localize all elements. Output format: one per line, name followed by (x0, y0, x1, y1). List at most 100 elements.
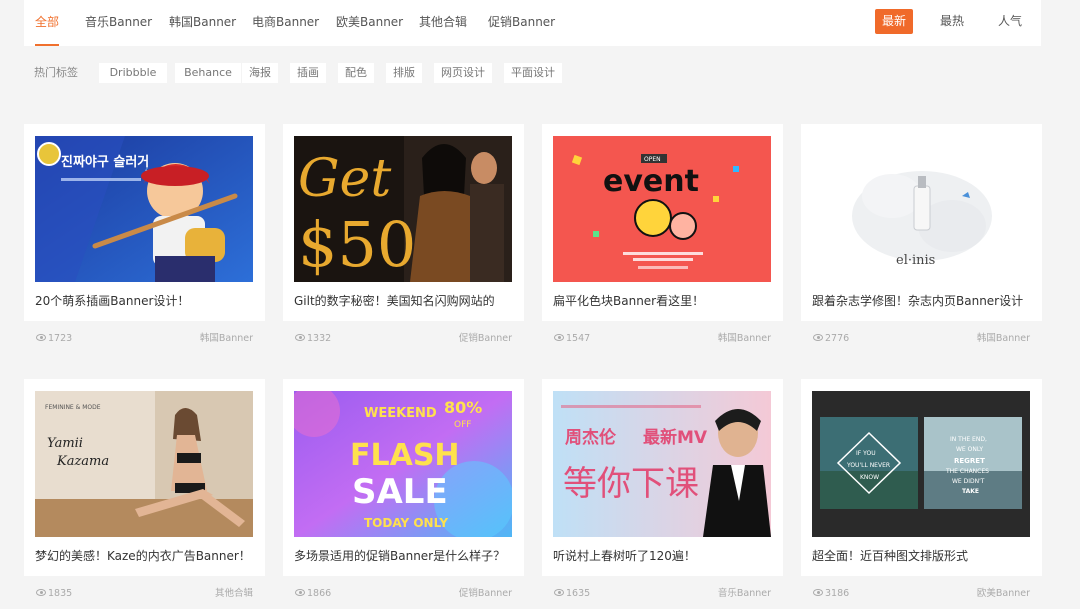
tab-ecommerce-banner[interactable]: 电商Banner (252, 0, 319, 46)
banner-card[interactable]: el·inis 跟着杂志学修图！杂志内页Banner设计 (801, 124, 1042, 321)
tab-music-banner[interactable]: 音乐Banner (85, 0, 152, 46)
view-count: 1635 (554, 587, 590, 601)
card-title[interactable]: 超全面！近百种图文排版形式 (812, 547, 1034, 564)
banner-card[interactable]: Get $50 Gilt的数字秘密！美国知名闪购网站的 (283, 124, 524, 321)
card-meta: 1723 韩国Banner (24, 332, 265, 346)
tag-web-design[interactable]: 网页设计 (434, 63, 492, 83)
eye-icon (554, 589, 564, 596)
svg-text:진짜야구 슬러거: 진짜야구 슬러거 (61, 154, 149, 170)
banner-card[interactable]: WEEKEND 80% OFF FLASH SALE TODAY ONLY 多场… (283, 379, 524, 576)
card-meta: 1866 促销Banner (283, 587, 524, 601)
card-category[interactable]: 韩国Banner (718, 332, 771, 346)
sort-hottest-button[interactable]: 最热 (933, 9, 971, 34)
svg-text:Yamii: Yamii (47, 436, 83, 451)
typography-layout-graphic: IF YOU YOU'LL NEVER KNOW IN THE END, WE … (812, 391, 1030, 537)
card-category[interactable]: 韩国Banner (200, 332, 253, 346)
card-meta: 1835 其他合辑 (24, 587, 265, 601)
banner-thumbnail[interactable]: el·inis (812, 136, 1030, 282)
svg-text:等你下课: 等你下课 (563, 464, 699, 504)
sort-popular-button[interactable]: 人气 (991, 9, 1029, 34)
card-meta: 3186 欧美Banner (801, 587, 1042, 601)
banner-card[interactable]: 周杰伦 最新MV 等你下课 听说村上春树听了120遍！ (542, 379, 783, 576)
svg-text:WE ONLY: WE ONLY (956, 446, 983, 453)
svg-text:$50: $50 (298, 208, 416, 281)
card-title[interactable]: 听说村上春树听了120遍！ (553, 547, 775, 564)
banner-thumbnail[interactable]: Get $50 (294, 136, 512, 282)
cosmetic-splash-photo: el·inis (812, 136, 1030, 282)
svg-text:YOU'LL NEVER: YOU'LL NEVER (846, 462, 890, 469)
card-title[interactable]: Gilt的数字秘密！美国知名闪购网站的 (294, 292, 516, 309)
card-category[interactable]: 其他合辑 (215, 587, 253, 601)
eye-icon (554, 334, 564, 341)
card-category[interactable]: 欧美Banner (977, 587, 1030, 601)
card-title[interactable]: 多场景适用的促销Banner是什么样子？ (294, 547, 516, 564)
eye-icon (813, 589, 823, 596)
tag-behance[interactable]: Behance (175, 63, 241, 83)
svg-text:KNOW: KNOW (860, 474, 879, 481)
get-50-fashion-photo: Get $50 (294, 136, 512, 282)
eye-icon (813, 334, 823, 341)
svg-text:TAKE: TAKE (962, 488, 979, 495)
tag-typesetting[interactable]: 排版 (386, 63, 422, 83)
svg-text:80%: 80% (444, 398, 482, 417)
eye-icon (36, 589, 46, 596)
tab-korea-banner[interactable]: 韩国Banner (169, 0, 236, 46)
lingerie-fashion-photo: FEMININE & MODE Yamii Kazama (35, 391, 253, 537)
banner-card[interactable]: OPEN event 扁平化色块Banner看这里！ (542, 124, 783, 321)
view-count: 3186 (813, 587, 849, 601)
view-count: 1547 (554, 332, 590, 346)
card-category[interactable]: 促销Banner (459, 587, 512, 601)
flash-sale-graphic: WEEKEND 80% OFF FLASH SALE TODAY ONLY (294, 391, 512, 537)
banner-thumbnail[interactable]: 진짜야구 슬러거 for kakao (35, 136, 253, 282)
view-count: 1723 (36, 332, 72, 346)
banner-card[interactable]: 진짜야구 슬러거 for kakao 20个萌系插画Banner设计！ (24, 124, 265, 321)
card-category[interactable]: 音乐Banner (718, 587, 771, 601)
svg-text:Kazama: Kazama (56, 454, 109, 469)
svg-text:SALE: SALE (352, 472, 448, 512)
tag-color[interactable]: 配色 (338, 63, 374, 83)
view-count: 1866 (295, 587, 331, 601)
svg-text:TODAY ONLY: TODAY ONLY (364, 516, 448, 530)
sort-newest-button[interactable]: 最新 (875, 9, 913, 34)
svg-text:周杰伦: 周杰伦 (565, 427, 617, 448)
card-title[interactable]: 20个萌系插画Banner设计！ (35, 292, 257, 309)
card-title[interactable]: 梦幻的美感！Kaze的内衣广告Banner！ (35, 547, 257, 564)
banner-thumbnail[interactable]: OPEN event (553, 136, 771, 282)
category-nav: 全部 音乐Banner 韩国Banner 电商Banner 欧美Banner 其… (24, 0, 1041, 46)
tab-promo-banner[interactable]: 促销Banner (488, 0, 555, 46)
card-title[interactable]: 扁平化色块Banner看这里！ (553, 292, 775, 309)
hot-tags-label: 热门标签 (34, 66, 78, 79)
svg-text:最新MV: 最新MV (643, 427, 708, 448)
svg-text:IF YOU: IF YOU (856, 450, 876, 457)
svg-text:WEEKEND: WEEKEND (364, 406, 437, 421)
tag-dribbble[interactable]: Dribbble (99, 63, 167, 83)
card-meta: 1547 韩国Banner (542, 332, 783, 346)
card-title[interactable]: 跟着杂志学修图！杂志内页Banner设计 (812, 292, 1034, 309)
view-count: 1332 (295, 332, 331, 346)
banner-thumbnail[interactable]: 周杰伦 最新MV 等你下课 (553, 391, 771, 537)
banner-thumbnail[interactable]: WEEKEND 80% OFF FLASH SALE TODAY ONLY (294, 391, 512, 537)
svg-text:FEMININE & MODE: FEMININE & MODE (45, 404, 101, 411)
card-category[interactable]: 韩国Banner (977, 332, 1030, 346)
banner-thumbnail[interactable]: IF YOU YOU'LL NEVER KNOW IN THE END, WE … (812, 391, 1030, 537)
tab-all[interactable]: 全部 (35, 0, 60, 46)
banner-card[interactable]: FEMININE & MODE Yamii Kazama 梦幻的美感！Kaze的… (24, 379, 265, 576)
tag-illustration[interactable]: 插画 (290, 63, 326, 83)
svg-text:Get: Get (298, 149, 391, 209)
flat-event-illustration: OPEN event (553, 136, 771, 282)
banner-thumbnail[interactable]: FEMININE & MODE Yamii Kazama (35, 391, 253, 537)
eye-icon (295, 334, 305, 341)
card-meta: 2776 韩国Banner (801, 332, 1042, 346)
banner-card[interactable]: IF YOU YOU'LL NEVER KNOW IN THE END, WE … (801, 379, 1042, 576)
tab-other-collections[interactable]: 其他合辑 (419, 0, 467, 46)
tag-poster[interactable]: 海报 (242, 63, 278, 83)
svg-text:IN THE END,: IN THE END, (950, 436, 987, 443)
svg-text:el·inis: el·inis (896, 253, 935, 268)
card-category[interactable]: 促销Banner (459, 332, 512, 346)
eye-icon (295, 589, 305, 596)
tab-western-banner[interactable]: 欧美Banner (336, 0, 403, 46)
tag-graphic-design[interactable]: 平面设计 (504, 63, 562, 83)
view-count: 1835 (36, 587, 72, 601)
svg-text:OPEN: OPEN (644, 156, 661, 163)
eye-icon (36, 334, 46, 341)
